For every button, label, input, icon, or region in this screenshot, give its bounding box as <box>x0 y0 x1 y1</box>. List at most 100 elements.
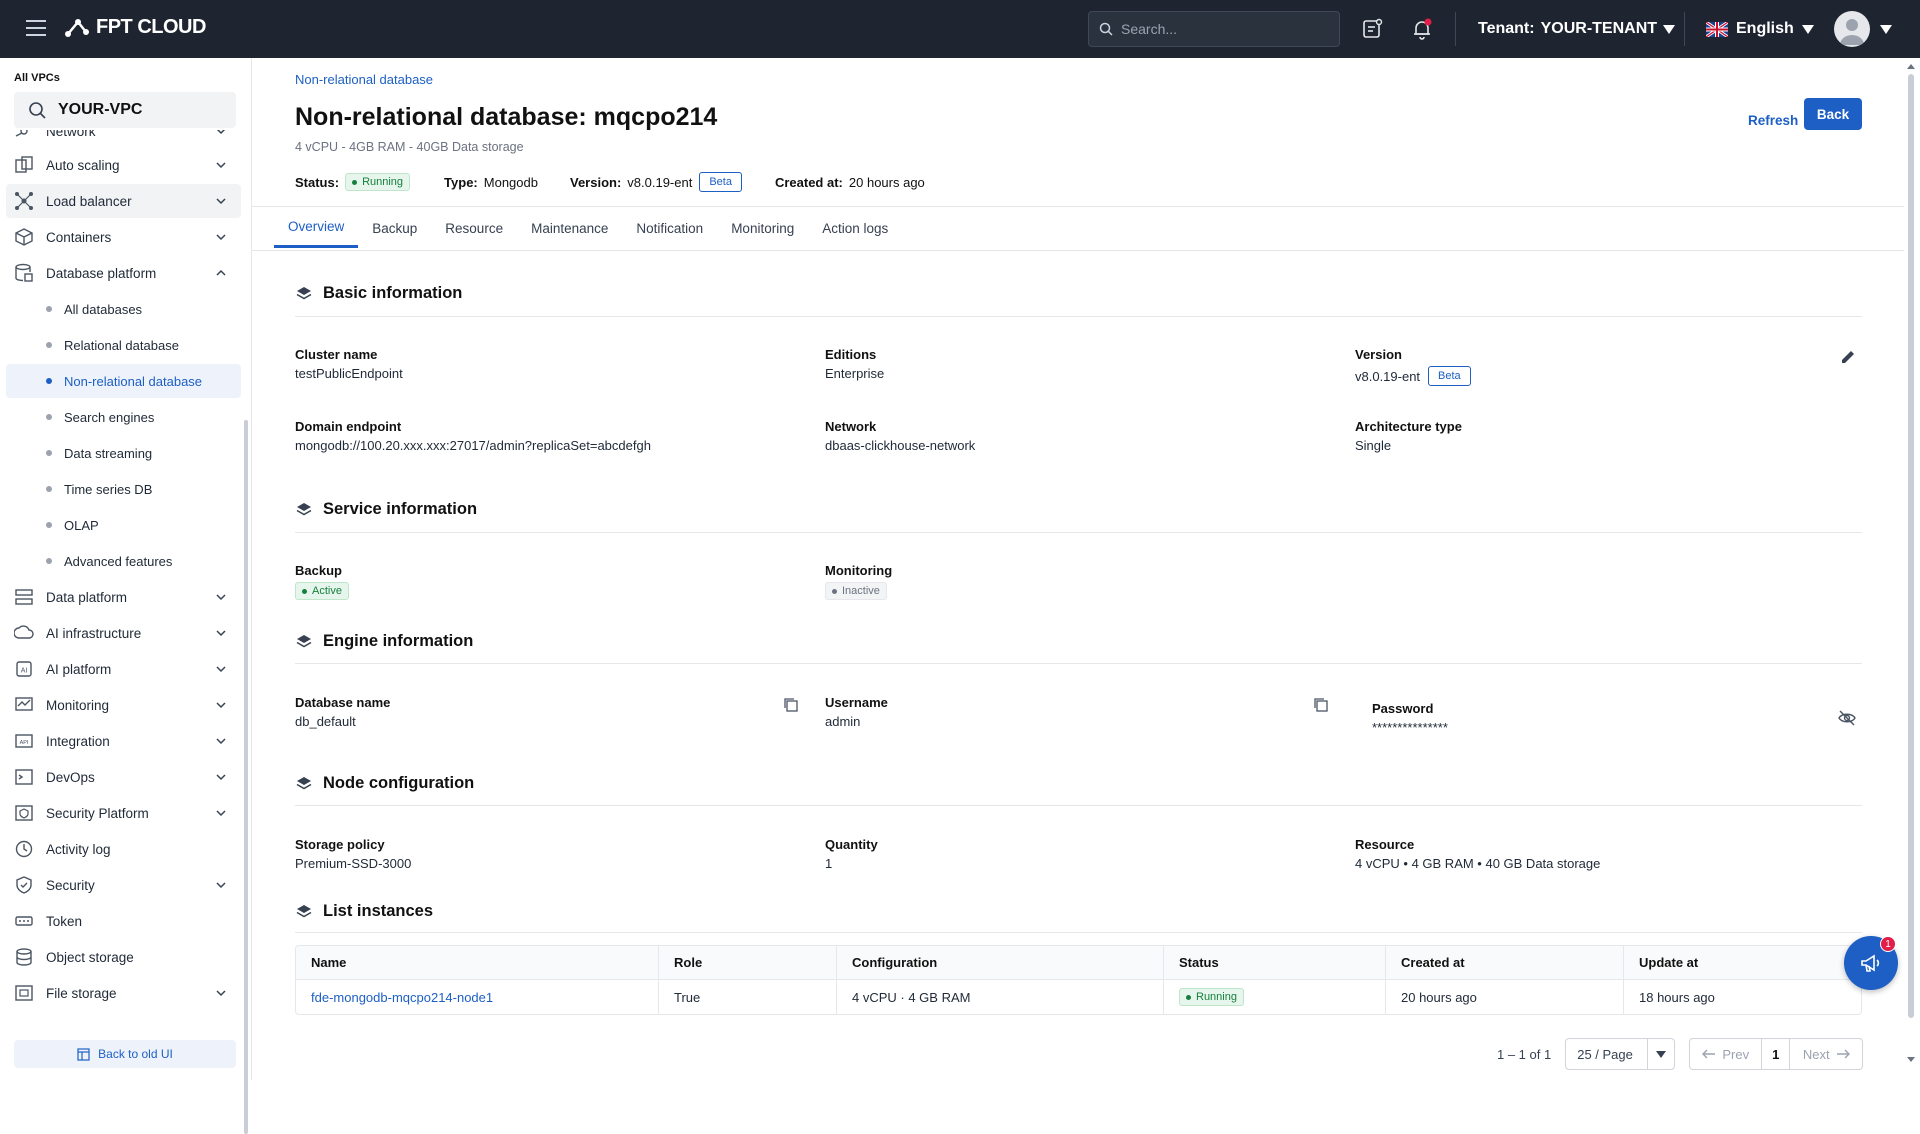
section-title: Service information <box>323 500 478 518</box>
tab-backup[interactable]: Backup <box>358 208 431 248</box>
field-value[interactable]: mongodb://100.20.xxx.xxx:27017/admin?rep… <box>295 438 651 453</box>
bullet-dot <box>46 378 52 384</box>
scroll-thumb[interactable] <box>1908 74 1914 1018</box>
caret-down-icon[interactable] <box>1880 25 1892 34</box>
sidebar-item-monitoring[interactable]: Monitoring <box>6 688 241 722</box>
back-to-old-ui-button[interactable]: Back to old UI <box>14 1040 236 1068</box>
bullet-dot <box>46 306 52 312</box>
status-badge: Running <box>345 173 411 191</box>
sidebar-item-integration[interactable]: API Integration <box>6 724 241 758</box>
search-icon <box>1099 22 1113 36</box>
breadcrumb[interactable]: Non-relational database <box>295 72 433 87</box>
sidebar-item-containers[interactable]: Containers <box>6 220 241 254</box>
table-row[interactable]: fde-mongodb-mqcpo214-node1 True 4 vCPU ·… <box>296 980 1861 1014</box>
search-box[interactable] <box>1088 11 1340 47</box>
field-value: Enterprise <box>825 366 885 381</box>
monitoring-icon <box>15 697 33 711</box>
sidebar-item-security-platform[interactable]: Security Platform <box>6 796 241 830</box>
sidebar-sub-relational[interactable]: Relational database <box>6 328 241 362</box>
tab-notification[interactable]: Notification <box>622 208 717 248</box>
page-number-button[interactable]: 1 <box>1762 1039 1791 1069</box>
status-dot <box>832 588 837 594</box>
status-dot <box>352 179 358 185</box>
scroll-up-icon <box>1907 64 1915 69</box>
chevron-down-icon <box>216 990 226 997</box>
sidebar-item-ai-platform[interactable]: AI AI platform <box>6 652 241 686</box>
sidebar-item-security[interactable]: Security <box>6 868 241 902</box>
refresh-button[interactable]: Refresh <box>1736 104 1810 136</box>
sidebar-scrollbar[interactable] <box>244 420 248 1134</box>
sidebar-item-token[interactable]: Token <box>6 904 241 938</box>
language-selector[interactable]: English <box>1706 20 1814 38</box>
field-value-row: Active <box>295 582 349 600</box>
copy-icon[interactable] <box>783 697 799 713</box>
status-dot <box>1186 994 1191 1000</box>
next-button[interactable]: Next <box>1790 1039 1862 1069</box>
back-button[interactable]: Back <box>1804 98 1862 130</box>
next-label: Next <box>1802 1046 1830 1062</box>
page-size-select[interactable]: 25 / Page <box>1565 1038 1676 1070</box>
page-title: Non-relational database: mqcpo214 <box>295 103 718 131</box>
sidebar-item-devops[interactable]: DevOps <box>6 760 241 794</box>
field-value: db_default <box>295 714 356 729</box>
sidebar-sub-data-streaming[interactable]: Data streaming <box>6 436 241 470</box>
menu-icon[interactable] <box>26 19 46 37</box>
sidebar-item-auto-scaling[interactable]: Auto scaling <box>6 148 241 182</box>
field-username: Username admin <box>825 695 888 729</box>
field-label: Network <box>825 419 877 434</box>
sidebar-item-load-balancer[interactable]: Load balancer <box>6 184 241 218</box>
sidebar-item-database-platform[interactable]: Database platform <box>6 256 241 290</box>
sidebar-sub-olap[interactable]: OLAP <box>6 508 241 542</box>
tab-overview[interactable]: Overview <box>274 208 359 248</box>
notes-icon[interactable] <box>1360 17 1384 41</box>
search-input[interactable] <box>1121 21 1321 37</box>
field-password: Password *************** <box>1372 701 1448 735</box>
autoscaling-icon <box>15 156 33 173</box>
sidebar-item-data-platform[interactable]: Data platform <box>6 580 241 614</box>
main-scrollbar[interactable] <box>1906 62 1916 1076</box>
eye-off-icon[interactable] <box>1837 708 1857 728</box>
sidebar-item-label: Network <box>46 130 96 139</box>
edit-icon[interactable] <box>1839 348 1857 366</box>
sidebar-item-object-storage[interactable]: Object storage <box>6 940 241 974</box>
type-value: Mongodb <box>483 174 538 190</box>
vpc-selector[interactable]: YOUR-VPC <box>14 92 236 128</box>
back-to-old-ui-label: Back to old UI <box>98 1047 173 1061</box>
bell-icon[interactable] <box>1410 17 1434 41</box>
chevron-down-icon <box>216 162 226 169</box>
badge-text: Inactive <box>842 585 880 597</box>
field-label: Backup <box>295 563 342 578</box>
chevron-down-icon <box>216 702 226 709</box>
sidebar-item-network[interactable]: Network <box>6 130 241 148</box>
avatar[interactable] <box>1834 11 1870 47</box>
tab-monitoring[interactable]: Monitoring <box>717 208 808 248</box>
vpc-value: YOUR-VPC <box>58 101 143 118</box>
divider <box>252 250 1904 251</box>
caret-down-icon <box>1801 24 1814 34</box>
tenant-selector[interactable]: Tenant: YOUR-TENANT <box>1478 20 1676 38</box>
sidebar-item-activity-log[interactable]: Activity log <box>6 832 241 866</box>
tab-maintenance[interactable]: Maintenance <box>517 208 622 248</box>
sidebar-sub-time-series[interactable]: Time series DB <box>6 472 241 506</box>
sidebar-sub-search-engines[interactable]: Search engines <box>6 400 241 434</box>
beta-badge: Beta <box>1428 366 1471 386</box>
tab-resource[interactable]: Resource <box>431 208 517 248</box>
svg-text:API: API <box>20 740 29 746</box>
field-label: Cluster name <box>295 347 378 362</box>
fpt-logo-icon <box>65 18 89 37</box>
sidebar-item-ai-infrastructure[interactable]: AI infrastructure <box>6 616 241 650</box>
section-node-configuration: Node configuration <box>295 774 474 793</box>
tab-action-logs[interactable]: Action logs <box>808 208 902 248</box>
brand-logo[interactable]: FPT CLOUD <box>64 16 206 39</box>
sidebar-item-file-storage[interactable]: File storage <box>6 976 241 1010</box>
tabs: Overview Backup Resource Maintenance Not… <box>274 208 902 248</box>
section-basic-information: Basic information <box>295 284 462 303</box>
copy-icon[interactable] <box>1313 697 1329 713</box>
file-storage-icon <box>15 985 33 1001</box>
sidebar-sub-non-relational[interactable]: Non-relational database <box>6 364 241 398</box>
sidebar-sub-advanced[interactable]: Advanced features <box>6 544 241 578</box>
uk-flag-icon <box>1706 21 1728 37</box>
sidebar-sub-all-databases[interactable]: All databases <box>6 292 241 326</box>
instance-link[interactable]: fde-mongodb-mqcpo214-node1 <box>311 990 493 1005</box>
prev-button[interactable]: Prev <box>1690 1039 1763 1069</box>
